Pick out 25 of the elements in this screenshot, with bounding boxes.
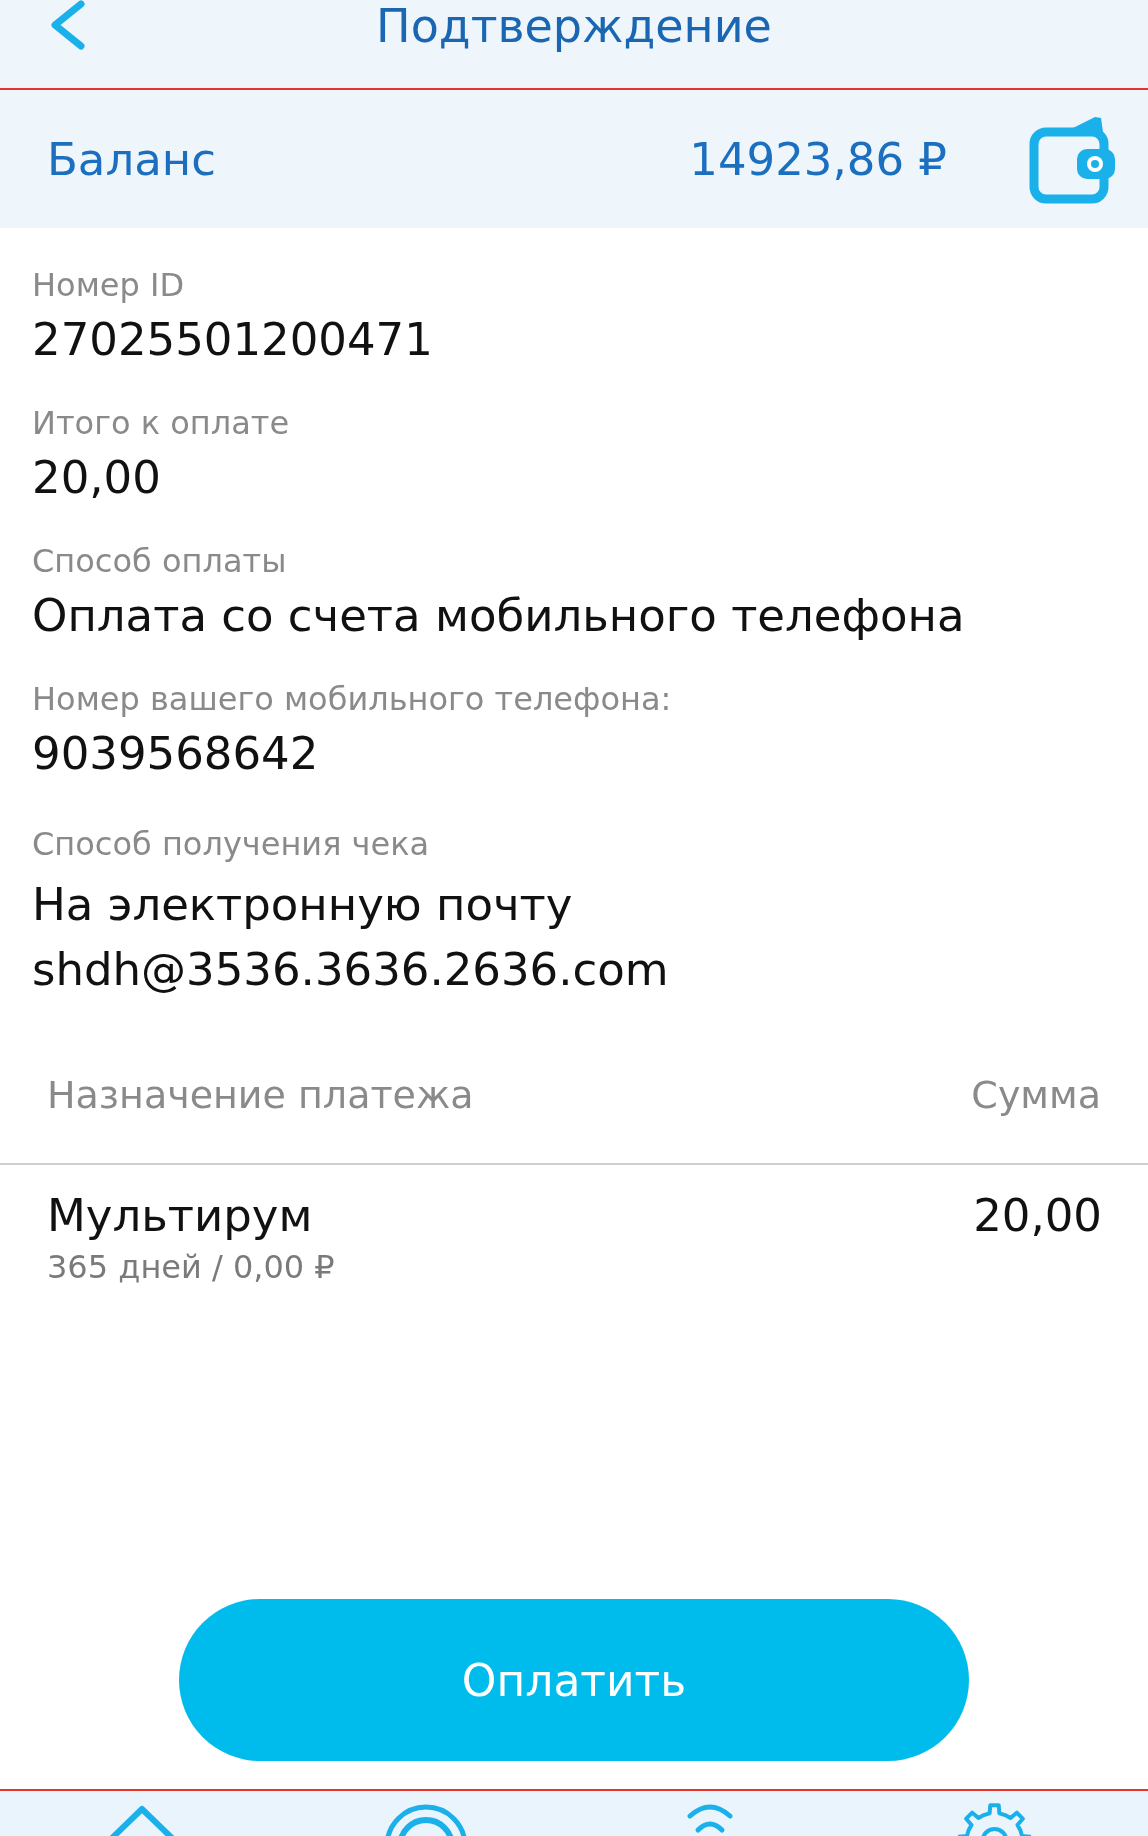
column-header: Назначение платежа bbox=[47, 1072, 474, 1118]
wallet-icon[interactable] bbox=[1029, 114, 1115, 204]
rings-icon[interactable] bbox=[384, 1804, 468, 1836]
item-amount: 20,00 bbox=[973, 1189, 1102, 1244]
field-label: Итого к оплате bbox=[32, 404, 291, 442]
balance-amount: 14923,86 ₽ bbox=[689, 132, 947, 186]
field-value: На электронную почту bbox=[32, 878, 574, 932]
page-title: Подтверждение bbox=[376, 0, 772, 52]
wifi-icon[interactable] bbox=[686, 1801, 734, 1836]
field-value: 27025501200471 bbox=[32, 313, 434, 367]
item-name: Мультирум bbox=[47, 1189, 314, 1243]
pay-button[interactable]: Оплатить bbox=[179, 1599, 969, 1761]
balance-label: Баланс bbox=[47, 132, 217, 186]
field-value: 9039568642 bbox=[32, 727, 320, 781]
field-label: Номер вашего мобильного телефона: bbox=[32, 680, 673, 718]
settings-icon[interactable] bbox=[957, 1801, 1031, 1836]
field-value: Оплата со счета мобильного телефона bbox=[32, 589, 966, 643]
home-icon[interactable] bbox=[108, 1804, 176, 1836]
column-header: Сумма bbox=[971, 1072, 1101, 1118]
field-label: Способ получения чека bbox=[32, 825, 431, 863]
field-value: shdh@3536.3636.2636.com bbox=[32, 943, 670, 997]
field-value: 20,00 bbox=[32, 451, 162, 505]
field-label: Номер ID bbox=[32, 266, 186, 304]
field-label: Способ оплаты bbox=[32, 542, 288, 580]
item-details: 365 дней / 0,00 ₽ bbox=[47, 1247, 335, 1288]
